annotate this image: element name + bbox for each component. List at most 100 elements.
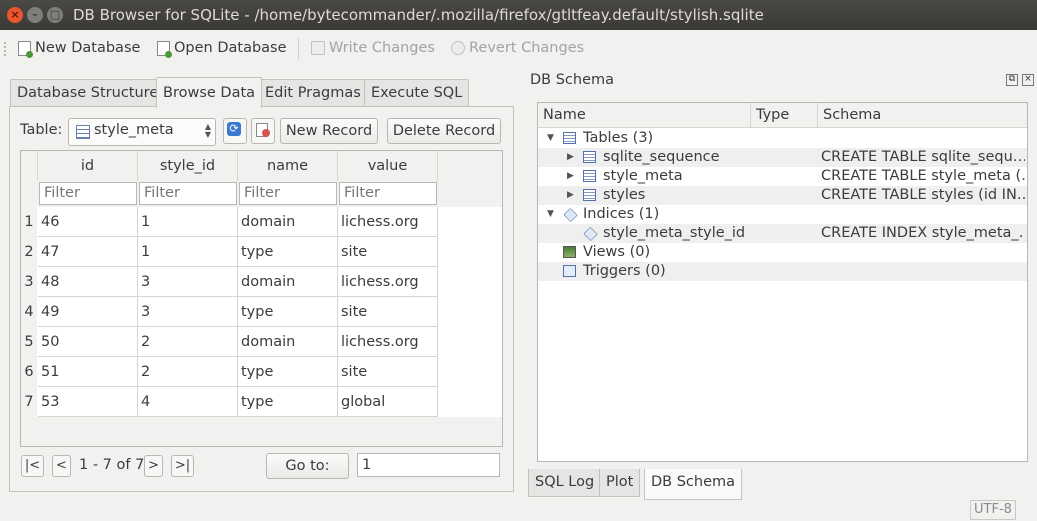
row-number[interactable]: 4 xyxy=(21,297,37,327)
close-window-button[interactable]: × xyxy=(7,7,23,23)
tab-database-structure[interactable]: Database Structure xyxy=(10,79,166,106)
clear-filters-button[interactable] xyxy=(251,118,275,144)
schema-item-sql: CREATE TABLE sqlite_sequ… xyxy=(821,149,1025,165)
schema-column-type[interactable]: Type xyxy=(751,103,818,128)
row-number[interactable]: 3 xyxy=(21,267,37,297)
column-header-id[interactable]: id xyxy=(38,151,138,182)
column-header-style-id[interactable]: style_id xyxy=(138,151,238,182)
table-cell[interactable]: 2 xyxy=(138,327,238,357)
column-header-value[interactable]: value xyxy=(338,151,438,182)
first-page-button[interactable]: |< xyxy=(21,455,44,477)
next-page-button[interactable]: > xyxy=(144,455,163,477)
table-cell[interactable]: 48 xyxy=(38,267,138,297)
table-cell[interactable]: global xyxy=(338,387,438,417)
delete-record-button[interactable]: Delete Record xyxy=(387,118,501,144)
table-cell[interactable]: 4 xyxy=(138,387,238,417)
schema-tree-item[interactable]: ▼ Tables (3) xyxy=(538,129,1027,148)
expanded-arrow-icon[interactable]: ▼ xyxy=(547,129,554,148)
schema-item-name: styles xyxy=(603,187,646,203)
tab-sql-log[interactable]: SQL Log xyxy=(528,469,602,497)
schema-tree-item[interactable]: ▼ Indices (1) xyxy=(538,205,1027,224)
collapsed-arrow-icon[interactable]: ▶ xyxy=(567,148,574,167)
schema-tree-item[interactable]: style_meta_style_id CREATE INDEX style_me… xyxy=(538,224,1027,243)
schema-tree-item[interactable]: Views (0) xyxy=(538,243,1027,262)
revert-changes-button[interactable]: Revert Changes xyxy=(451,40,584,56)
filter-input-id[interactable] xyxy=(39,182,137,205)
schema-column-schema[interactable]: Schema xyxy=(818,103,1027,128)
table-cell[interactable]: 51 xyxy=(38,357,138,387)
row-number[interactable]: 1 xyxy=(21,207,37,237)
minimize-window-button[interactable]: – xyxy=(27,7,43,23)
previous-page-button[interactable]: < xyxy=(52,455,71,477)
schema-column-name[interactable]: Name xyxy=(538,103,751,128)
table-cell[interactable]: 49 xyxy=(38,297,138,327)
schema-tree-item[interactable]: ▶ styles CREATE TABLE styles (id IN… xyxy=(538,186,1027,205)
table-cell[interactable]: lichess.org xyxy=(338,327,438,357)
filter-input-style-id[interactable] xyxy=(139,182,237,205)
collapsed-arrow-icon[interactable]: ▶ xyxy=(567,186,574,205)
tab-execute-sql[interactable]: Execute SQL xyxy=(364,79,470,106)
table-cell[interactable]: type xyxy=(238,357,338,387)
table-cell[interactable]: 1 xyxy=(138,237,238,267)
open-database-label: Open Database xyxy=(174,40,287,56)
close-dock-icon[interactable]: × xyxy=(1022,74,1034,86)
table-cell[interactable]: type xyxy=(238,237,338,267)
table-cell[interactable]: 50 xyxy=(38,327,138,357)
revert-changes-icon xyxy=(451,41,465,55)
go-to-input[interactable]: 1 xyxy=(357,453,500,477)
grid-corner[interactable] xyxy=(21,151,38,182)
tab-db-schema[interactable]: DB Schema xyxy=(644,469,743,500)
table-cell[interactable]: type xyxy=(238,387,338,417)
schema-item-sql: CREATE TABLE style_meta (… xyxy=(821,168,1025,184)
revert-changes-label: Revert Changes xyxy=(469,40,585,56)
filter-input-name[interactable] xyxy=(239,182,337,205)
write-changes-button[interactable]: Write Changes xyxy=(311,40,435,56)
table-select[interactable]: style_meta ▲ ▼ xyxy=(68,118,216,146)
schema-tree-item[interactable]: ▶ sqlite_sequence CREATE TABLE sqlite_sequ… xyxy=(538,148,1027,167)
table-cell[interactable]: 3 xyxy=(138,297,238,327)
filter-input-value[interactable] xyxy=(339,182,437,205)
new-database-button[interactable]: New Database xyxy=(18,40,140,58)
row-number[interactable]: 5 xyxy=(21,327,37,357)
row-number[interactable]: 2 xyxy=(21,237,37,267)
table-cell[interactable]: 2 xyxy=(138,357,238,387)
schema-item-name: Tables (3) xyxy=(583,130,654,146)
last-page-button[interactable]: >| xyxy=(171,455,194,477)
float-dock-icon[interactable]: ⧉ xyxy=(1006,74,1018,86)
open-database-button[interactable]: Open Database xyxy=(157,40,287,58)
go-to-button[interactable]: Go to: xyxy=(266,453,349,479)
schema-item-sql xyxy=(821,262,1025,281)
table-cell[interactable]: domain xyxy=(238,327,338,357)
tab-edit-pragmas[interactable]: Edit Pragmas xyxy=(258,79,368,106)
schema-tree[interactable]: Name Type Schema ▼ Tables (3) ▶ sqlite_sequ… xyxy=(537,102,1028,462)
collapsed-arrow-icon[interactable]: ▶ xyxy=(567,167,574,186)
tab-browse-data[interactable]: Browse Data xyxy=(156,77,263,108)
table-cell[interactable]: site xyxy=(338,357,438,387)
expanded-arrow-icon[interactable]: ▼ xyxy=(547,205,554,224)
schema-item-name: style_meta_style_id xyxy=(603,225,746,241)
new-record-button[interactable]: New Record xyxy=(280,118,378,144)
refresh-button[interactable]: ⟳ xyxy=(223,118,247,144)
table-cell[interactable]: 53 xyxy=(38,387,138,417)
table-cell[interactable]: lichess.org xyxy=(338,267,438,297)
maximize-window-button[interactable]: □ xyxy=(47,7,63,23)
table-cell[interactable]: site xyxy=(338,237,438,267)
table-cell[interactable]: type xyxy=(238,297,338,327)
table-cell[interactable]: domain xyxy=(238,207,338,237)
schema-item-name: sqlite_sequence xyxy=(603,149,720,165)
table-cell[interactable]: 3 xyxy=(138,267,238,297)
table-cell[interactable]: lichess.org xyxy=(338,207,438,237)
table-cell[interactable]: domain xyxy=(238,267,338,297)
schema-tree-item[interactable]: ▶ style_meta CREATE TABLE style_meta (… xyxy=(538,167,1027,186)
data-grid[interactable]: id style_id name value 1461domainlichess… xyxy=(20,150,503,447)
table-cell[interactable]: 46 xyxy=(38,207,138,237)
column-header-name[interactable]: name xyxy=(238,151,338,182)
row-number[interactable]: 6 xyxy=(21,357,37,387)
tab-plot[interactable]: Plot xyxy=(599,469,641,497)
schema-tree-item[interactable]: Triggers (0) xyxy=(538,262,1027,281)
toolbar-grip[interactable] xyxy=(4,42,9,56)
table-cell[interactable]: 47 xyxy=(38,237,138,267)
table-cell[interactable]: site xyxy=(338,297,438,327)
row-number[interactable]: 7 xyxy=(21,387,37,417)
table-cell[interactable]: 1 xyxy=(138,207,238,237)
